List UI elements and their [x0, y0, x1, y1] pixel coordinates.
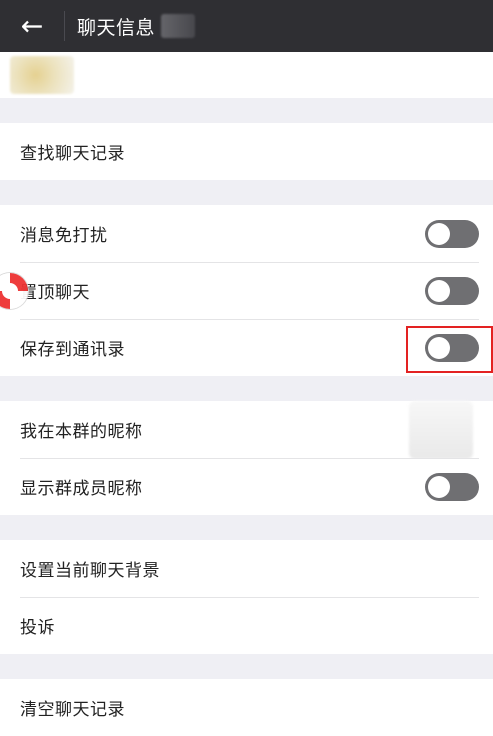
section-gap — [0, 654, 493, 679]
member-avatar[interactable] — [10, 56, 74, 94]
mute-toggle[interactable] — [425, 219, 479, 248]
set-background-label: 设置当前聊天背景 — [20, 561, 160, 581]
nickname-value — [409, 401, 473, 459]
topbar-divider — [64, 11, 65, 41]
section-gap — [0, 98, 493, 123]
members-strip — [0, 52, 493, 98]
section-gap — [0, 376, 493, 401]
clear-history-label: 清空聊天记录 — [20, 700, 125, 720]
settings-group-5: 清空聊天记录 — [0, 679, 493, 736]
my-nickname-row[interactable]: 我在本群的昵称 — [0, 401, 493, 459]
settings-group-4: 设置当前聊天背景 投诉 — [0, 540, 493, 654]
complain-label: 投诉 — [20, 618, 55, 638]
save-contacts-label: 保存到通讯录 — [20, 340, 125, 360]
arrow-left-icon: ← — [20, 10, 44, 42]
page-title: 聊天信息 — [77, 16, 156, 39]
toggle-knob — [428, 475, 450, 498]
clear-history-row[interactable]: 清空聊天记录 — [0, 679, 493, 736]
section-gap — [0, 180, 493, 205]
mute-label: 消息免打扰 — [20, 226, 108, 246]
mute-row[interactable]: 消息免打扰 — [0, 205, 493, 262]
search-history-label: 查找聊天记录 — [20, 144, 125, 164]
back-button[interactable]: ← — [0, 0, 64, 52]
set-background-row[interactable]: 设置当前聊天背景 — [0, 540, 493, 597]
my-nickname-label: 我在本群的昵称 — [20, 422, 143, 442]
search-history-row[interactable]: 查找聊天记录 — [0, 123, 493, 180]
top-bar: ← 聊天信息 — [0, 0, 493, 52]
show-member-nicknames-row[interactable]: 显示群成员昵称 — [0, 458, 493, 515]
sticky-toggle[interactable] — [425, 276, 479, 305]
blurred-title-suffix — [161, 14, 196, 38]
sticky-row[interactable]: 置顶聊天 — [0, 262, 493, 319]
highlight-box — [406, 326, 493, 373]
settings-group-1: 查找聊天记录 — [0, 123, 493, 180]
sticky-label: 置顶聊天 — [20, 283, 90, 303]
show-member-nicknames-toggle[interactable] — [425, 472, 479, 501]
toggle-knob — [428, 279, 450, 302]
show-member-nicknames-label: 显示群成员昵称 — [20, 479, 143, 499]
section-gap — [0, 515, 493, 540]
complain-row[interactable]: 投诉 — [0, 597, 493, 654]
toggle-knob — [428, 222, 450, 245]
settings-group-3: 我在本群的昵称 显示群成员昵称 — [0, 401, 493, 515]
